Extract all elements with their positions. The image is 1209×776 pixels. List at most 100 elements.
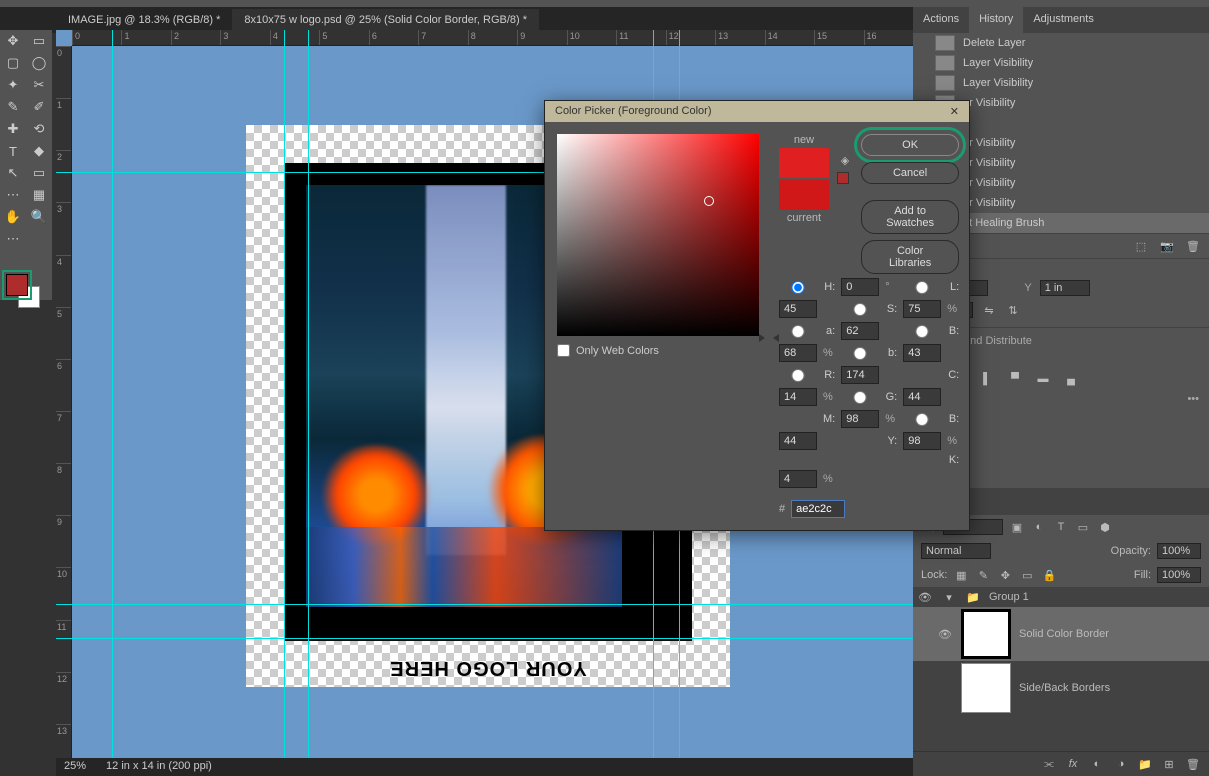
fill-input[interactable] (1157, 567, 1201, 583)
close-icon[interactable]: ✕ (950, 105, 959, 118)
input-g[interactable] (903, 388, 941, 406)
shape-tool[interactable]: ◆ (26, 140, 52, 162)
input-c[interactable] (779, 388, 817, 406)
filter-text-icon[interactable]: T (1053, 519, 1069, 535)
move-tool[interactable]: ✥ (0, 30, 26, 52)
radio-g[interactable] (841, 391, 879, 404)
radio-h[interactable] (779, 281, 817, 294)
cancel-button[interactable]: Cancel (861, 162, 959, 184)
add-swatches-button[interactable]: Add to Swatches (861, 200, 959, 234)
chevron-down-icon[interactable]: ▾ (941, 589, 957, 605)
lock-transparent-icon[interactable]: ▦ (953, 567, 969, 583)
filter-shape-icon[interactable]: ▭ (1075, 519, 1091, 535)
more-dots[interactable]: ⋯ (0, 228, 26, 250)
filter-smart-icon[interactable]: ⬢ (1097, 519, 1113, 535)
camera-icon[interactable]: 📷 (1159, 238, 1175, 254)
doc-tab-2[interactable]: 8x10x75 w logo.psd @ 25% (Solid Color Bo… (232, 9, 539, 31)
crop-tool[interactable]: ✂ (26, 74, 52, 96)
web-colors-checkbox[interactable] (557, 344, 570, 357)
history-item[interactable]: Layer Visibility (913, 53, 1209, 73)
gradient-tool[interactable]: ▦ (26, 184, 52, 206)
tab-adjustments[interactable]: Adjustments (1023, 7, 1104, 33)
trash-icon[interactable]: 🗑 (1185, 238, 1201, 254)
websafe-swatch[interactable] (837, 172, 849, 184)
lasso-tool[interactable]: ◯ (26, 52, 52, 74)
healing-tool[interactable]: ✚ (0, 118, 26, 140)
input-s[interactable] (903, 300, 941, 318)
input-y[interactable] (1040, 280, 1090, 296)
doc-tab-1[interactable]: IMAGE.jpg @ 18.3% (RGB/8) * (56, 9, 232, 31)
zoom-tool[interactable]: 🔍 (26, 206, 52, 228)
align-middle-icon[interactable]: ▬ (1035, 371, 1051, 387)
eyedropper-tool[interactable]: ✎ (0, 96, 26, 118)
history-item[interactable]: Delete Layer (913, 33, 1209, 53)
eye-icon[interactable]: 👁 (917, 589, 933, 605)
zoom-level[interactable]: 25% (64, 760, 86, 774)
more-tool[interactable]: ⋯ (0, 184, 26, 206)
trash-icon[interactable]: 🗑 (1185, 756, 1201, 772)
new-label: new (794, 134, 814, 146)
wand-tool[interactable]: ✦ (0, 74, 26, 96)
input-a[interactable] (841, 322, 879, 340)
radio-a[interactable] (779, 325, 817, 338)
align-right-icon[interactable]: ▌ (979, 371, 995, 387)
layer-solid-color[interactable]: 👁 Solid Color Border (913, 607, 1209, 661)
radio-bv[interactable] (903, 325, 941, 338)
cube-icon[interactable]: ◈ (837, 152, 853, 168)
eye-icon[interactable]: 👁 (937, 626, 953, 642)
clone-tool[interactable]: ⟲ (26, 118, 52, 140)
input-l[interactable] (779, 300, 817, 318)
blend-mode[interactable] (921, 543, 991, 559)
path-tool[interactable]: ↖ (0, 162, 26, 184)
new-snapshot-icon[interactable]: ⬚ (1133, 238, 1149, 254)
link-icon[interactable]: ⫘ (1041, 756, 1057, 772)
foreground-color-swatch[interactable] (6, 274, 28, 296)
radio-b[interactable] (841, 347, 879, 360)
more-icon[interactable]: ••• (1187, 393, 1199, 405)
input-b2[interactable] (779, 432, 817, 450)
align-bottom-icon[interactable]: ▄ (1063, 371, 1079, 387)
input-b[interactable] (903, 344, 941, 362)
tab-actions[interactable]: Actions (913, 7, 969, 33)
radio-s[interactable] (841, 303, 879, 316)
flip-h-icon[interactable]: ⇋ (981, 302, 997, 318)
input-y[interactable] (903, 432, 941, 450)
layer-side-back[interactable]: 👁 Side/Back Borders (913, 661, 1209, 715)
ok-button[interactable]: OK (861, 134, 959, 156)
input-bv[interactable] (779, 344, 817, 362)
lock-brush-icon[interactable]: ✎ (975, 567, 991, 583)
input-r[interactable] (841, 366, 879, 384)
tab-history[interactable]: History (969, 7, 1023, 33)
folder-icon[interactable]: 📁 (1137, 756, 1153, 772)
radio-l[interactable] (903, 281, 941, 294)
current-color-swatch[interactable] (779, 180, 829, 210)
align-top-icon[interactable]: ▀ (1007, 371, 1023, 387)
lock-artboard-icon[interactable]: ▭ (1019, 567, 1035, 583)
rect-tool[interactable]: ▭ (26, 162, 52, 184)
filter-image-icon[interactable]: ▣ (1009, 519, 1025, 535)
brush-tool[interactable]: ✐ (26, 96, 52, 118)
radio-r[interactable] (779, 369, 817, 382)
lock-all-icon[interactable]: 🔒 (1041, 567, 1057, 583)
marquee-tool[interactable]: ▢ (0, 52, 26, 74)
opacity-input[interactable] (1157, 543, 1201, 559)
input-k[interactable] (779, 470, 817, 488)
flip-v-icon[interactable]: ⇅ (1005, 302, 1021, 318)
new-layer-icon[interactable]: ⊞ (1161, 756, 1177, 772)
radio-b2[interactable] (903, 413, 941, 426)
artboard-tool[interactable]: ▭ (26, 30, 52, 52)
history-item[interactable]: Layer Visibility (913, 73, 1209, 93)
adjustment-icon[interactable]: ◑ (1113, 756, 1129, 772)
hex-input[interactable] (791, 500, 845, 518)
text-tool[interactable]: T (0, 140, 26, 162)
mask-icon[interactable]: ◐ (1089, 756, 1105, 772)
hand-tool[interactable]: ✋ (0, 206, 26, 228)
color-libraries-button[interactable]: Color Libraries (861, 240, 959, 274)
layer-group[interactable]: 👁 ▾ 📁 Group 1 (913, 587, 1209, 607)
lock-move-icon[interactable]: ✥ (997, 567, 1013, 583)
input-h[interactable] (841, 278, 879, 296)
saturation-value-picker[interactable] (557, 134, 759, 336)
filter-adjust-icon[interactable]: ◐ (1031, 519, 1047, 535)
input-m[interactable] (841, 410, 879, 428)
fx-icon[interactable]: fx (1065, 756, 1081, 772)
